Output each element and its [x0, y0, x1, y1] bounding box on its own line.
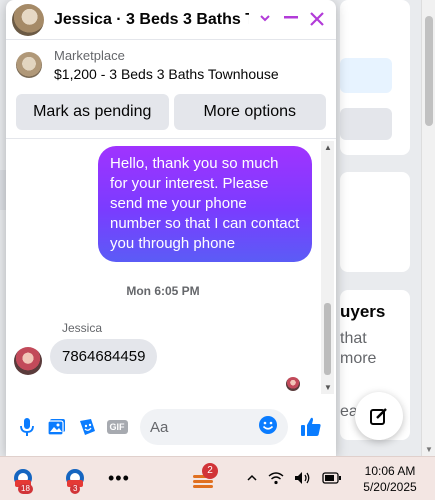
background-heading: uyers — [340, 302, 386, 321]
notification-badge: 3 — [70, 483, 81, 494]
emoji-icon[interactable] — [258, 415, 278, 439]
listing-source: Marketplace — [54, 48, 125, 63]
chat-scrollbar[interactable]: ▲ ▼ — [321, 141, 334, 394]
incoming-message[interactable]: 7864684459 — [50, 339, 158, 374]
system-clock[interactable]: 10:06 AM 5/20/2025 — [358, 463, 422, 495]
notification-badge: 18 — [18, 483, 33, 494]
scroll-up-arrow-icon[interactable]: ▲ — [324, 143, 332, 152]
close-icon[interactable] — [304, 7, 330, 33]
taskbar-app-2[interactable]: 3 — [60, 464, 90, 494]
page-scrollbar-thumb[interactable] — [425, 16, 433, 126]
listing-info[interactable]: Marketplace $1,200 - 3 Beds 3 Baths Town… — [6, 40, 336, 90]
scroll-down-arrow-icon[interactable]: ▼ — [425, 445, 433, 454]
minimize-icon[interactable] — [278, 8, 304, 31]
weather-badge: 2 — [202, 463, 218, 479]
weather-widget[interactable]: 2 — [190, 461, 220, 495]
background-button[interactable] — [340, 58, 392, 93]
microphone-icon[interactable] — [12, 412, 42, 442]
mark-as-pending-button[interactable]: Mark as pending — [16, 94, 169, 130]
sticker-icon[interactable] — [72, 412, 102, 442]
system-tray — [246, 457, 342, 500]
thumbs-up-icon[interactable] — [296, 412, 326, 442]
clock-time: 10:06 AM — [364, 464, 416, 478]
message-composer: GIF — [6, 398, 336, 456]
message-input-container[interactable] — [140, 409, 288, 445]
listing-thumbnail — [16, 52, 42, 78]
clock-date: 5/20/2025 — [363, 480, 417, 494]
background-button[interactable] — [340, 108, 392, 140]
new-message-button[interactable] — [355, 392, 403, 440]
sender-name: Jessica — [62, 321, 103, 335]
chevron-down-icon[interactable] — [253, 12, 279, 27]
listing-actions: Mark as pending More options — [6, 94, 336, 130]
volume-icon[interactable] — [294, 471, 312, 488]
scroll-down-arrow-icon[interactable]: ▼ — [324, 383, 332, 392]
chat-scrollbar-thumb[interactable] — [324, 303, 331, 375]
message-list: Hello, thank you so much for your intere… — [6, 141, 320, 394]
wifi-icon[interactable] — [268, 471, 284, 488]
message-input[interactable] — [150, 418, 258, 436]
photo-icon[interactable] — [42, 412, 72, 442]
page-scrollbar[interactable]: ▼ — [421, 0, 435, 456]
battery-icon[interactable] — [322, 471, 342, 487]
chat-title[interactable]: Jessica · 3 Beds 3 Baths To... — [54, 11, 249, 29]
compose-icon — [370, 408, 387, 425]
background-text: more — [340, 350, 377, 367]
outgoing-message[interactable]: Hello, thank you so much for your intere… — [98, 146, 312, 262]
taskbar-app-1[interactable]: 18 — [8, 464, 38, 494]
listing-title: $1,200 - 3 Beds 3 Baths Townhouse — [54, 66, 279, 82]
more-options-button[interactable]: More options — [173, 94, 326, 130]
more-apps-icon[interactable]: ••• — [108, 468, 130, 489]
chevron-up-icon[interactable] — [246, 471, 258, 487]
avatar[interactable] — [12, 3, 44, 36]
background-card — [340, 172, 410, 272]
gif-label: GIF — [106, 420, 128, 434]
chat-window: Jessica · 3 Beds 3 Baths To... Marketpla… — [6, 0, 336, 456]
background-text: that — [340, 330, 367, 347]
message-timestamp: Mon 6:05 PM — [126, 284, 200, 298]
taskbar: 18 3 ••• 2 10:06 AM 5/20/2025 — [0, 456, 435, 500]
seen-indicator-avatar — [286, 377, 300, 391]
sender-avatar[interactable] — [14, 347, 42, 375]
divider — [6, 138, 336, 139]
gif-icon[interactable]: GIF — [102, 412, 132, 442]
chat-header: Jessica · 3 Beds 3 Baths To... — [6, 0, 336, 40]
